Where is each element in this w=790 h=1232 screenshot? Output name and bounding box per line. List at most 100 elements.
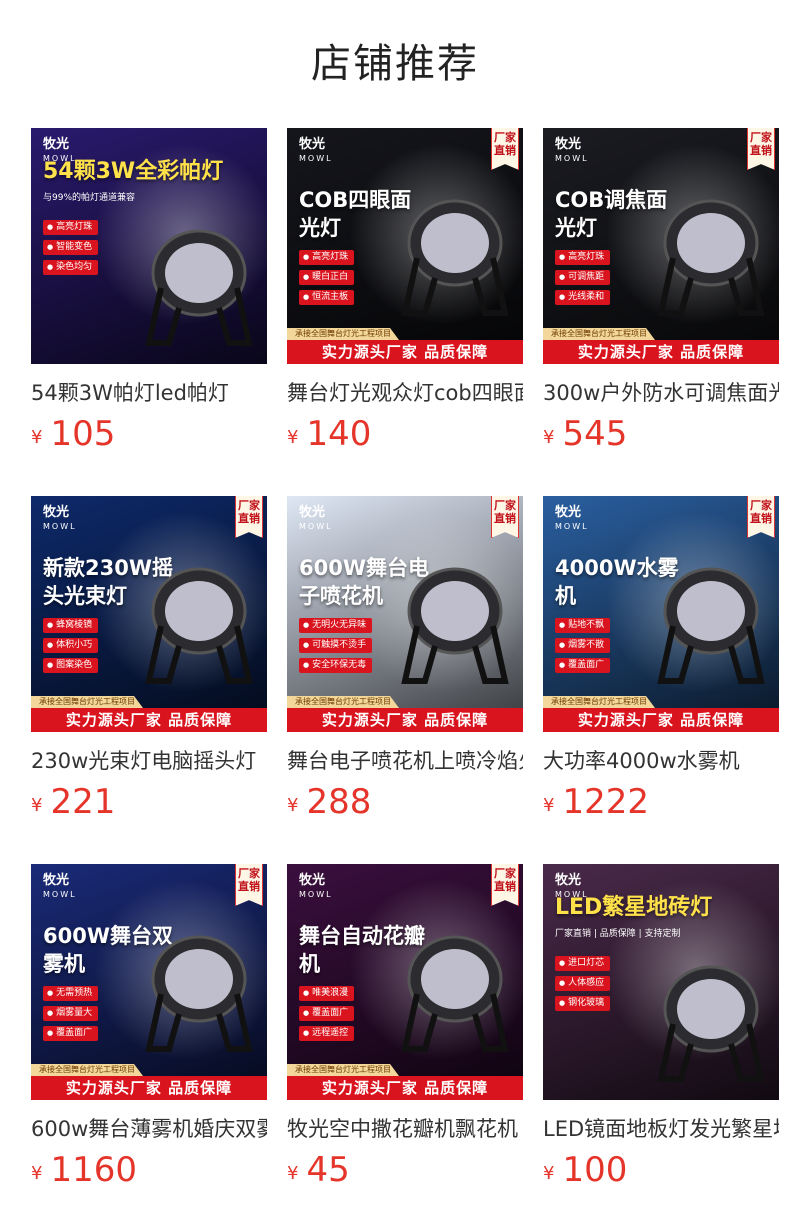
product-name[interactable]: LED镜面地板灯发光繁星地砖灯 <box>543 1114 779 1144</box>
feature-tag: 恒流主板 <box>299 290 355 305</box>
feature-tag: 无需预热 <box>43 986 99 1001</box>
price-value: 100 <box>562 1150 628 1190</box>
factory-direct-badge: 厂家直销 <box>491 128 519 170</box>
product-device-illustration <box>145 229 253 346</box>
product-name[interactable]: 牧光空中撒花瓣机飘花机 <box>287 1114 523 1144</box>
product-image[interactable]: 牧光MOWL厂家直销新款230W摇头光束灯蜂窝棱镜体积小巧图案染色承接全国舞台灯… <box>31 496 267 732</box>
brand-logo: 牧光 MOWL <box>299 874 333 902</box>
product-image[interactable]: 牧光MOWL54颗3W全彩帕灯与99%的帕灯通道兼容高亮灯珠智能变色染色均匀 <box>31 128 267 364</box>
product-card[interactable]: 牧光MOWL厂家直销600W舞台电子喷花机无明火无异味可触摸不烫手安全环保无毒承… <box>287 496 523 822</box>
feature-tag: 无明火无异味 <box>299 618 373 633</box>
product-image[interactable]: 牧光MOWL厂家直销舞台自动花瓣机唯美浪漫覆盖面广远程遥控承接全国舞台灯光工程项… <box>287 864 523 1100</box>
promo-strip-top: 承接全国舞台灯光工程项目 <box>31 1064 143 1076</box>
feature-tag: 图案染色 <box>43 658 99 673</box>
product-name[interactable]: 大功率4000w水雾机 <box>543 746 779 776</box>
product-card[interactable]: 牧光MOWL厂家直销COB四眼面光灯高亮灯珠暖白正白恒流主板承接全国舞台灯光工程… <box>287 128 523 454</box>
product-image-headline: LED繁星地砖灯 <box>555 895 713 920</box>
brand-logo-en: MOWL <box>299 154 333 163</box>
feature-list: 高亮灯珠暖白正白恒流主板 <box>299 250 355 310</box>
product-image[interactable]: 牧光MOWLLED繁星地砖灯厂家直销 | 品质保障 | 支持定制进口灯芯人体感应… <box>543 864 779 1100</box>
promo-strip-main: 实力源头厂家 品质保障 <box>31 708 267 732</box>
product-image-subline: 厂家直销 | 品质保障 | 支持定制 <box>555 929 681 939</box>
product-price: ¥545 <box>543 414 779 454</box>
product-name[interactable]: 舞台灯光观众灯cob四眼面光灯 <box>287 378 523 408</box>
promo-strip: 承接全国舞台灯光工程项目 实力源头厂家 品质保障 <box>287 1064 523 1100</box>
brand-logo: 牧光 MOWL <box>555 138 589 166</box>
currency-symbol: ¥ <box>287 427 299 448</box>
feature-tag: 高亮灯珠 <box>43 220 99 235</box>
feature-tag: 远程遥控 <box>299 1026 355 1041</box>
brand-logo-en: MOWL <box>555 522 589 531</box>
brand-logo: 牧光 MOWL <box>299 506 333 534</box>
promo-strip: 承接全国舞台灯光工程项目 实力源头厂家 品质保障 <box>31 696 267 732</box>
product-image-headline: 54颗3W全彩帕灯 <box>43 159 224 184</box>
promo-strip: 承接全国舞台灯光工程项目 实力源头厂家 品质保障 <box>543 328 779 364</box>
price-value: 1160 <box>50 1150 137 1190</box>
promo-strip-main: 实力源头厂家 品质保障 <box>543 340 779 364</box>
feature-tag: 人体感应 <box>555 976 611 991</box>
factory-direct-badge: 厂家直销 <box>235 496 263 538</box>
currency-symbol: ¥ <box>543 427 555 448</box>
price-value: 105 <box>50 414 116 454</box>
feature-tag: 唯美浪漫 <box>299 986 355 1001</box>
brand-logo-en: MOWL <box>299 522 333 531</box>
feature-tag: 智能变色 <box>43 240 99 255</box>
product-image[interactable]: 牧光MOWL厂家直销COB调焦面光灯高亮灯珠可调焦距光线柔和承接全国舞台灯光工程… <box>543 128 779 364</box>
product-image[interactable]: 牧光MOWL厂家直销COB四眼面光灯高亮灯珠暖白正白恒流主板承接全国舞台灯光工程… <box>287 128 523 364</box>
product-name[interactable]: 舞台电子喷花机上喷冷焰火 <box>287 746 523 776</box>
brand-logo-en: MOWL <box>43 522 77 531</box>
product-price: ¥140 <box>287 414 523 454</box>
promo-strip-top: 承接全国舞台灯光工程项目 <box>287 328 399 340</box>
feature-tag: 暖白正白 <box>299 270 355 285</box>
feature-list: 高亮灯珠智能变色染色均匀 <box>43 220 99 280</box>
feature-tag: 钢化玻璃 <box>555 996 611 1011</box>
currency-symbol: ¥ <box>31 427 43 448</box>
factory-direct-badge: 厂家直销 <box>747 496 775 538</box>
brand-logo-en: MOWL <box>555 154 589 163</box>
product-price: ¥1222 <box>543 782 779 822</box>
price-value: 545 <box>562 414 628 454</box>
brand-logo-en: MOWL <box>43 890 77 899</box>
product-name[interactable]: 230w光束灯电脑摇头灯 <box>31 746 267 776</box>
product-image[interactable]: 牧光MOWL厂家直销600W舞台双雾机无需预热烟雾量大覆盖面广承接全国舞台灯光工… <box>31 864 267 1100</box>
currency-symbol: ¥ <box>287 795 299 816</box>
promo-strip-main: 实力源头厂家 品质保障 <box>543 708 779 732</box>
feature-list: 蜂窝棱镜体积小巧图案染色 <box>43 618 99 678</box>
feature-tag: 染色均匀 <box>43 260 99 275</box>
product-card[interactable]: 牧光MOWL厂家直销600W舞台双雾机无需预热烟雾量大覆盖面广承接全国舞台灯光工… <box>31 864 267 1190</box>
currency-symbol: ¥ <box>543 1163 555 1184</box>
feature-list: 唯美浪漫覆盖面广远程遥控 <box>299 986 355 1046</box>
feature-tag: 光线柔和 <box>555 290 611 305</box>
product-price: ¥288 <box>287 782 523 822</box>
product-card[interactable]: 牧光MOWLLED繁星地砖灯厂家直销 | 品质保障 | 支持定制进口灯芯人体感应… <box>543 864 779 1190</box>
currency-symbol: ¥ <box>287 1163 299 1184</box>
product-device-illustration <box>401 567 509 684</box>
promo-strip-main: 实力源头厂家 品质保障 <box>31 1076 267 1100</box>
product-price: ¥100 <box>543 1150 779 1190</box>
brand-logo: 牧光 MOWL <box>555 506 589 534</box>
price-value: 221 <box>50 782 116 822</box>
product-card[interactable]: 牧光MOWL厂家直销4000W水雾机贴地不飘烟雾不散覆盖面广承接全国舞台灯光工程… <box>543 496 779 822</box>
feature-tag: 可触摸不烫手 <box>299 638 373 653</box>
product-card[interactable]: 牧光MOWL厂家直销新款230W摇头光束灯蜂窝棱镜体积小巧图案染色承接全国舞台灯… <box>31 496 267 822</box>
product-price: ¥105 <box>31 414 267 454</box>
product-device-illustration <box>145 935 253 1052</box>
factory-direct-badge: 厂家直销 <box>491 496 519 538</box>
product-price: ¥45 <box>287 1150 523 1190</box>
product-image[interactable]: 牧光MOWL厂家直销600W舞台电子喷花机无明火无异味可触摸不烫手安全环保无毒承… <box>287 496 523 732</box>
product-device-illustration <box>657 567 765 684</box>
product-card[interactable]: 牧光MOWL厂家直销舞台自动花瓣机唯美浪漫覆盖面广远程遥控承接全国舞台灯光工程项… <box>287 864 523 1190</box>
promo-strip-main: 实力源头厂家 品质保障 <box>287 340 523 364</box>
feature-tag: 蜂窝棱镜 <box>43 618 99 633</box>
feature-tag: 覆盖面广 <box>43 1026 99 1041</box>
product-name[interactable]: 54颗3W帕灯led帕灯 <box>31 378 267 408</box>
currency-symbol: ¥ <box>31 795 43 816</box>
price-value: 288 <box>306 782 372 822</box>
product-name[interactable]: 300w户外防水可调焦面光灯 <box>543 378 779 408</box>
brand-logo-cn: 牧光 <box>555 505 582 520</box>
feature-list: 进口灯芯人体感应钢化玻璃 <box>555 956 611 1016</box>
product-card[interactable]: 牧光MOWL厂家直销COB调焦面光灯高亮灯珠可调焦距光线柔和承接全国舞台灯光工程… <box>543 128 779 454</box>
product-image[interactable]: 牧光MOWL厂家直销4000W水雾机贴地不飘烟雾不散覆盖面广承接全国舞台灯光工程… <box>543 496 779 732</box>
product-name[interactable]: 600w舞台薄雾机婚庆双雾机 <box>31 1114 267 1144</box>
product-card[interactable]: 牧光MOWL54颗3W全彩帕灯与99%的帕灯通道兼容高亮灯珠智能变色染色均匀54… <box>31 128 267 454</box>
